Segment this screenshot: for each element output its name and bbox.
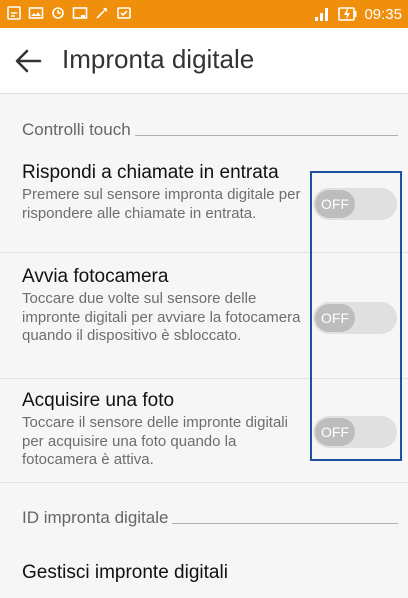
sync-icon <box>52 7 64 19</box>
setting-summary: Toccare due volte sul sensore delle impr… <box>22 290 301 344</box>
divider <box>0 482 408 483</box>
page-title: Impronta digitale <box>62 44 255 74</box>
manage-fingerprints-item[interactable]: Gestisci impronte digitali <box>22 562 228 584</box>
section-title: ID impronta digitale <box>22 508 169 527</box>
section-rule <box>172 523 398 524</box>
cast-icon <box>72 7 88 19</box>
battery-charging-icon <box>338 7 357 21</box>
setting-title: Acquisire una foto <box>22 390 175 411</box>
app-header: Impronta digitale <box>0 28 408 94</box>
setting-title: Avvia fotocamera <box>22 266 169 287</box>
section-header-fingerprint-id: ID impronta digitale <box>22 508 398 528</box>
section-title: Controlli touch <box>22 120 131 139</box>
back-arrow-icon[interactable] <box>14 48 42 74</box>
notification-icon <box>7 6 21 20</box>
status-time: 09:35 <box>364 5 402 23</box>
setting-title: Rispondi a chiamate in entrata <box>22 162 279 183</box>
section-rule <box>134 135 398 136</box>
setting-summary: Toccare il sensore delle impronte digita… <box>22 414 288 468</box>
status-bar: 09:35 <box>0 0 408 28</box>
download-icon <box>117 7 131 19</box>
tools-icon <box>96 7 108 19</box>
signal-icon <box>315 8 329 21</box>
status-right: 09:35 <box>314 4 402 24</box>
notification-icons <box>6 5 132 23</box>
section-header-touch-controls: Controlli touch <box>22 120 398 140</box>
gallery-icon <box>28 7 44 19</box>
setting-summary: Premere sul sensore impronta digitale pe… <box>22 186 301 222</box>
settings-content: Controlli touch Rispondi a chiamate in e… <box>0 94 408 598</box>
highlight-box <box>310 171 402 461</box>
